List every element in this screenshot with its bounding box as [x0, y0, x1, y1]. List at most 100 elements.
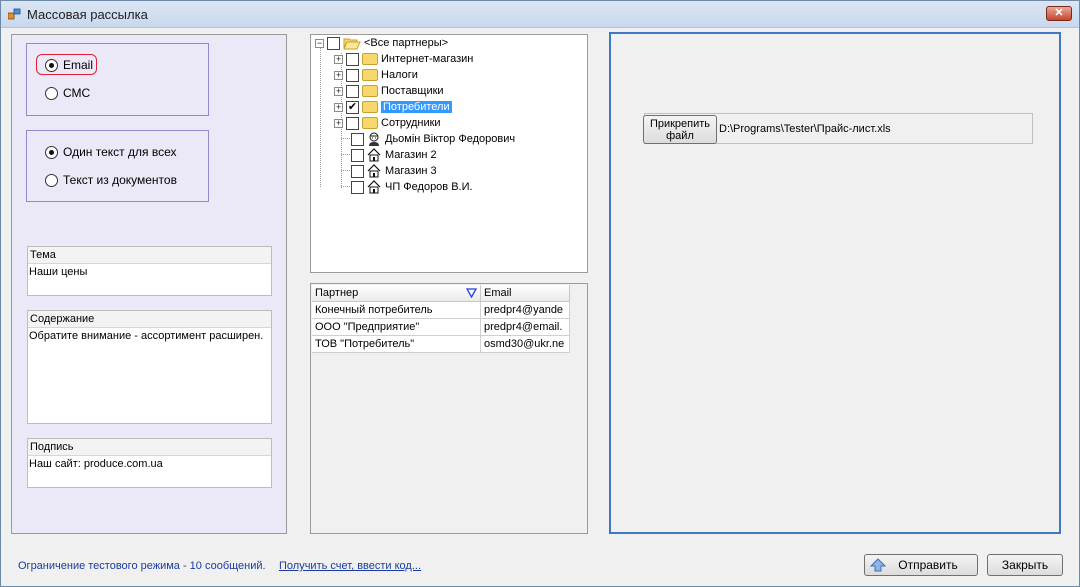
- radio-sms-label: СМС: [63, 86, 91, 100]
- tree-root-checkbox[interactable]: [327, 36, 340, 50]
- tree-item-shop2[interactable]: Магазин 2: [351, 147, 437, 163]
- person-icon: [369, 132, 379, 146]
- expand-icon[interactable]: +: [334, 70, 343, 80]
- subject-field[interactable]: Тема Наши цены: [27, 246, 272, 296]
- attach-file-button-label: Прикрепить файл: [649, 118, 711, 142]
- cell-email: predpr4@email.: [481, 319, 570, 336]
- radio-same-text[interactable]: Один текст для всех: [45, 145, 176, 159]
- radio-email[interactable]: Email: [45, 58, 93, 72]
- tree-item-checkbox-checked[interactable]: ✔: [346, 100, 359, 114]
- subject-input[interactable]: Наши цены: [28, 264, 271, 280]
- text-mode-group: Один текст для всех Текст из документов: [26, 130, 209, 202]
- table-row[interactable]: Конечный потребитель predpr4@yande: [312, 302, 570, 319]
- app-icon: [8, 8, 21, 20]
- expand-icon[interactable]: +: [334, 102, 343, 112]
- column-header-email[interactable]: Email: [481, 285, 570, 302]
- close-button[interactable]: Закрыть: [987, 554, 1063, 576]
- tree-item-checkbox[interactable]: [346, 84, 359, 98]
- tree-item-checkbox[interactable]: [346, 52, 359, 66]
- partners-tree[interactable]: − <Все партнеры> + Интернет-магазин + На…: [310, 34, 588, 273]
- main-window: Массовая рассылка ✕ Email СМС Один текст…: [0, 0, 1080, 587]
- open-folder-icon: [343, 38, 361, 49]
- tree-item-checkbox[interactable]: [351, 180, 364, 194]
- radio-sms-indicator[interactable]: [45, 86, 58, 100]
- subject-label: Тема: [28, 247, 271, 264]
- tree-item-label: Потребители: [381, 101, 452, 113]
- content-input[interactable]: Обратите внимание - ассортимент расширен…: [28, 328, 271, 344]
- attachment-path: D:\Programs\Tester\Прайс-лист.xls: [719, 123, 891, 135]
- tree-item-person[interactable]: Дьомін Віктор Федорович: [351, 131, 515, 147]
- cell-email: predpr4@yande: [481, 302, 570, 319]
- column-header-partner[interactable]: Партнер: [312, 285, 481, 302]
- close-button-label: Закрыть: [1001, 558, 1049, 572]
- signature-label: Подпись: [28, 439, 271, 456]
- table-row[interactable]: ТОВ "Потребитель" osmd30@ukr.ne: [312, 336, 570, 353]
- tree-root-label: <Все партнеры>: [364, 37, 449, 49]
- house-icon: [367, 164, 381, 178]
- status-message: Ограничение тестового режима - 10 сообще…: [18, 560, 266, 572]
- recipients-grid[interactable]: Партнер Email Конечный потребитель predp…: [312, 285, 570, 353]
- tree-item-checkbox[interactable]: [351, 132, 364, 146]
- house-icon: [367, 180, 381, 194]
- tree-item-checkbox[interactable]: [346, 116, 359, 130]
- signature-field[interactable]: Подпись Наш сайт: produce.com.ua: [27, 438, 272, 488]
- tree-item-suppliers[interactable]: + Поставщики: [334, 83, 444, 99]
- send-button[interactable]: Отправить: [864, 554, 978, 576]
- channel-group: Email СМС: [26, 43, 209, 116]
- arrow-up-icon: [870, 558, 886, 572]
- close-icon: ✕: [1054, 7, 1064, 19]
- send-button-label: Отправить: [898, 558, 958, 572]
- radio-same-text-label: Один текст для всех: [63, 145, 177, 159]
- tree-item-label: Поставщики: [381, 85, 444, 97]
- window-title: Массовая рассылка: [27, 7, 148, 22]
- tree-root[interactable]: − <Все партнеры>: [315, 35, 448, 51]
- window-close-button[interactable]: ✕: [1046, 6, 1072, 21]
- column-header-partner-label: Партнер: [315, 287, 359, 299]
- radio-email-indicator[interactable]: [45, 58, 58, 72]
- tree-item-fedorov[interactable]: ЧП Федоров В.И.: [351, 179, 473, 195]
- cell-partner: ООО "Предприятие": [312, 319, 481, 336]
- cell-partner: ТОВ "Потребитель": [312, 336, 481, 353]
- folder-icon: [362, 53, 378, 65]
- tree-item-checkbox[interactable]: [351, 148, 364, 162]
- content-field[interactable]: Содержание Обратите внимание - ассортиме…: [27, 310, 272, 424]
- folder-icon: [362, 117, 378, 129]
- signature-input[interactable]: Наш сайт: produce.com.ua: [28, 456, 271, 472]
- radio-docs-text-label: Текст из документов: [63, 173, 177, 187]
- tree-item-checkbox[interactable]: [346, 68, 359, 82]
- tree-item-taxes[interactable]: + Налоги: [334, 67, 418, 83]
- expand-icon[interactable]: +: [334, 86, 343, 96]
- tree-item-label: Налоги: [381, 69, 418, 81]
- title-bar: Массовая рассылка ✕: [1, 1, 1079, 28]
- tree-item-label: Сотрудники: [381, 117, 441, 129]
- radio-docs-text[interactable]: Текст из документов: [45, 173, 177, 187]
- tree-item-label: ЧП Федоров В.И.: [385, 181, 473, 193]
- folder-icon: [362, 69, 378, 81]
- attach-file-button[interactable]: Прикрепить файл: [643, 115, 717, 144]
- tree-item-employees[interactable]: + Сотрудники: [334, 115, 441, 131]
- table-row[interactable]: ООО "Предприятие" predpr4@email.: [312, 319, 570, 336]
- collapse-icon[interactable]: −: [315, 38, 324, 48]
- tree-item-label: Магазин 3: [385, 165, 437, 177]
- radio-sms[interactable]: СМС: [45, 86, 90, 100]
- folder-icon: [362, 101, 378, 113]
- cell-partner: Конечный потребитель: [312, 302, 481, 319]
- tree-item-internet-shop[interactable]: + Интернет-магазин: [334, 51, 473, 67]
- content-label: Содержание: [28, 311, 271, 328]
- tree-item-label: Дьомін Віктор Федорович: [385, 133, 516, 145]
- tree-item-consumers[interactable]: + ✔ Потребители: [334, 99, 452, 115]
- grid-header-row: Партнер Email: [312, 285, 570, 302]
- get-invoice-link[interactable]: Получить счет, ввести код...: [279, 560, 421, 572]
- radio-same-text-indicator[interactable]: [45, 145, 58, 159]
- expand-icon[interactable]: +: [334, 118, 343, 128]
- expand-icon[interactable]: +: [334, 54, 343, 64]
- tree-item-label: Интернет-магазин: [381, 53, 474, 65]
- tree-item-checkbox[interactable]: [351, 164, 364, 178]
- recipients-grid-panel: Партнер Email Конечный потребитель predp…: [310, 283, 588, 534]
- message-settings-panel: Email СМС Один текст для всех Текст из д…: [11, 34, 287, 534]
- filter-icon[interactable]: [466, 288, 477, 298]
- tree-item-shop3[interactable]: Магазин 3: [351, 163, 437, 179]
- radio-email-label: Email: [63, 58, 94, 72]
- attachment-panel: [609, 32, 1061, 534]
- radio-docs-text-indicator[interactable]: [45, 173, 58, 187]
